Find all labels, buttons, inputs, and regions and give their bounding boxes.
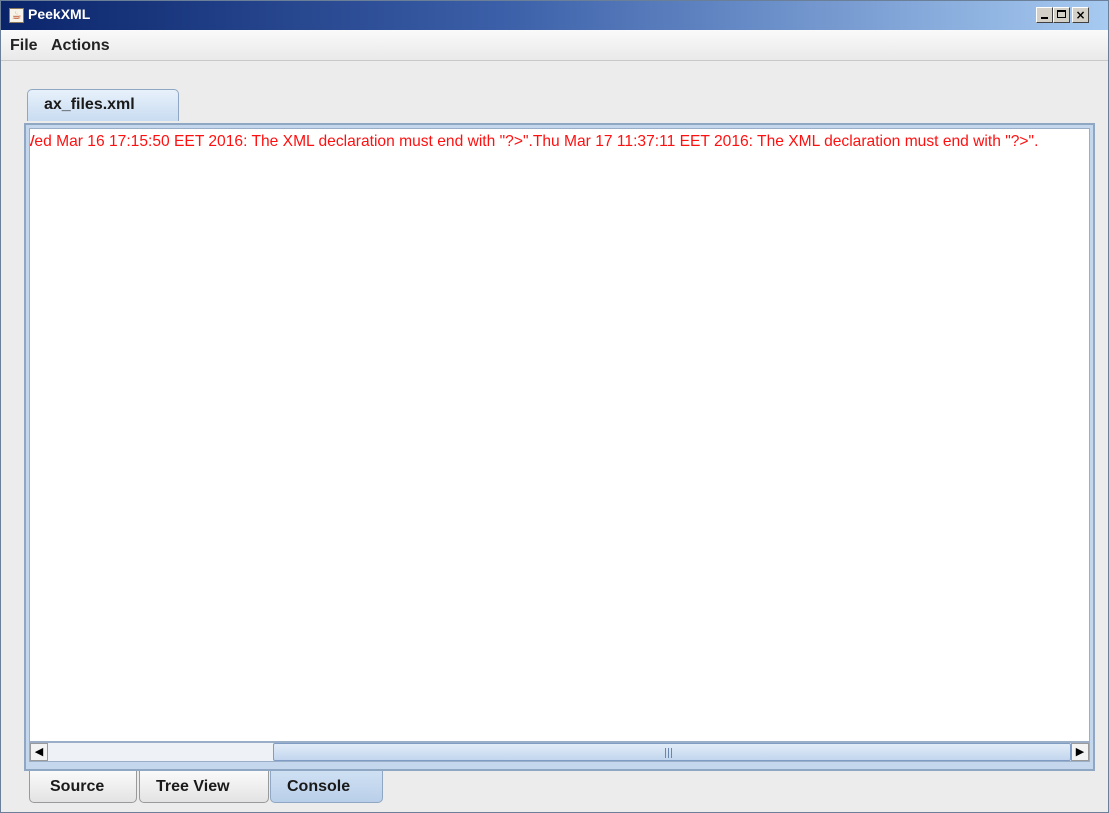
grip-icon: [665, 748, 673, 758]
title-bar[interactable]: ☕ PeekXML ×: [1, 1, 1108, 30]
scrollbar-thumb[interactable]: [273, 743, 1071, 761]
scroll-left-button[interactable]: ◀: [30, 743, 48, 761]
tab-tree-view[interactable]: Tree View: [139, 771, 269, 803]
tab-console-label: Console: [287, 778, 351, 795]
arrow-left-icon: ◀: [34, 746, 44, 758]
console-error-message: Wed Mar 16 17:15:50 EET 2016: The XML de…: [29, 133, 1039, 150]
window-title: PeekXML: [28, 6, 91, 22]
content-panel: Wed Mar 16 17:15:50 EET 2016: The XML de…: [24, 123, 1095, 771]
minimize-button[interactable]: [1036, 7, 1053, 23]
horizontal-scrollbar[interactable]: ◀ ▶: [29, 742, 1090, 762]
minimize-icon: [1041, 17, 1048, 19]
app-window: ☕ PeekXML × File Actions ax_files.xml We…: [0, 0, 1109, 813]
view-tab-strip: Source Tree View Console: [1, 771, 1108, 812]
maximize-icon: [1057, 10, 1066, 18]
console-output[interactable]: Wed Mar 16 17:15:50 EET 2016: The XML de…: [29, 128, 1090, 742]
file-tab-strip: ax_files.xml: [1, 61, 1108, 124]
menu-bar: File Actions: [1, 30, 1108, 61]
file-tab-label: ax_files.xml: [44, 96, 135, 113]
tab-source-label: Source: [50, 778, 105, 795]
menu-file[interactable]: File: [10, 37, 38, 55]
tab-console[interactable]: Console: [270, 771, 383, 803]
scroll-right-button[interactable]: ▶: [1071, 743, 1089, 761]
java-cup-icon[interactable]: ☕: [9, 8, 24, 23]
tab-ax-files-xml[interactable]: ax_files.xml: [27, 89, 179, 121]
arrow-right-icon: ▶: [1075, 746, 1085, 758]
close-icon: ×: [1075, 8, 1086, 22]
maximize-button[interactable]: [1053, 7, 1070, 23]
tab-source[interactable]: Source: [29, 771, 137, 803]
tab-tree-view-label: Tree View: [156, 778, 230, 795]
close-button[interactable]: ×: [1072, 7, 1089, 23]
menu-actions[interactable]: Actions: [51, 37, 110, 55]
